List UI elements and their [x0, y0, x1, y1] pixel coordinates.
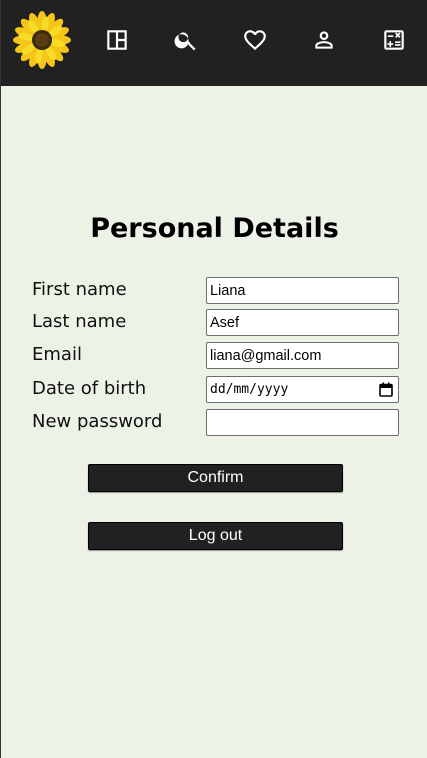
date-of-birth-input[interactable]: dd/mm/yyyy [206, 376, 399, 403]
new-password-label: New password [32, 411, 163, 432]
person-icon[interactable] [311, 27, 337, 53]
top-navigation-bar [1, 0, 427, 86]
email-input[interactable] [206, 342, 399, 369]
calendar-icon[interactable] [379, 382, 393, 397]
confirm-button[interactable]: Confirm [88, 464, 343, 492]
new-password-input[interactable] [206, 409, 399, 436]
page-title: Personal Details [90, 213, 339, 244]
date-placeholder: dd/mm/yyyy [210, 382, 289, 397]
last-name-label: Last name [32, 311, 127, 332]
heart-icon[interactable] [242, 27, 268, 53]
date-of-birth-row: Date of birth dd/mm/yyyy [32, 376, 400, 404]
last-name-row: Last name [32, 309, 400, 337]
first-name-row: First name [32, 277, 400, 305]
email-row: Email [32, 342, 400, 370]
new-password-row: New password [32, 409, 400, 437]
first-name-label: First name [32, 279, 127, 300]
calculator-icon[interactable] [381, 27, 407, 53]
sunflower-logo[interactable] [13, 11, 71, 69]
email-label: Email [32, 344, 82, 365]
last-name-input[interactable] [206, 309, 399, 336]
log-out-button[interactable]: Log out [88, 522, 343, 550]
search-icon[interactable] [173, 27, 199, 53]
first-name-input[interactable] [206, 277, 399, 304]
date-of-birth-label: Date of birth [32, 378, 147, 399]
dashboard-icon[interactable] [104, 27, 130, 53]
